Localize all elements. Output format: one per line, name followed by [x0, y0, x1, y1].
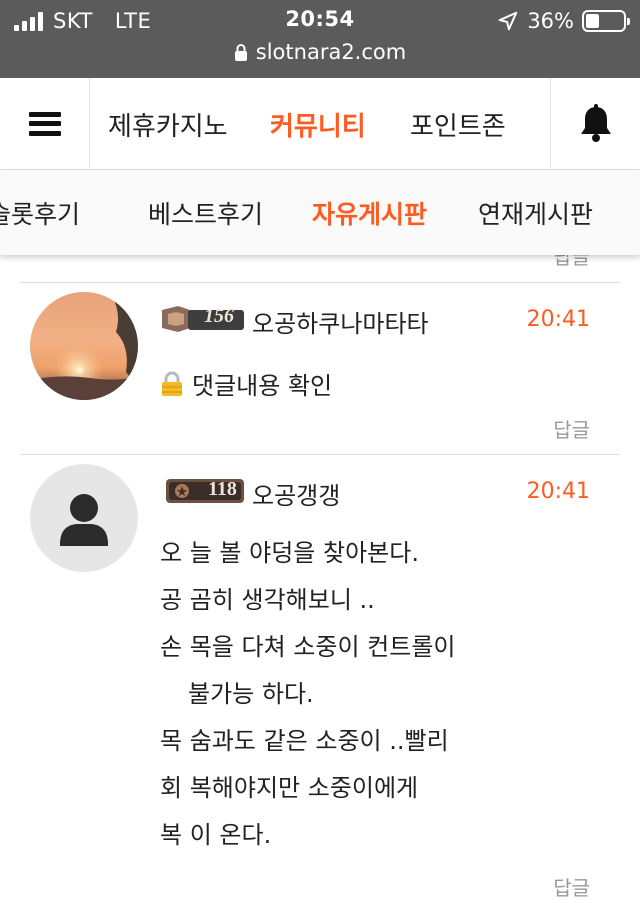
sunset-avatar-image — [30, 292, 138, 400]
avatar[interactable] — [30, 464, 138, 572]
comment-line: 공 곰히 생각해보니 .. — [160, 586, 375, 614]
tab-community[interactable]: 커뮤니티 — [270, 106, 366, 143]
menu-icon — [28, 111, 61, 136]
battery-icon — [582, 10, 630, 32]
status-right: 36% — [497, 8, 630, 34]
comment-line: 목 숨과도 같은 소중이 ..빨리 — [160, 727, 449, 755]
comment-line: 불가능 하다. — [188, 680, 314, 708]
locked-comment-text: 댓글내용 확인 — [192, 372, 333, 400]
comment-line: 오 늘 볼 야덩을 찾아본다. — [160, 539, 419, 567]
menu-button[interactable] — [0, 78, 90, 169]
bell-icon — [580, 103, 611, 142]
comment-line: 복 이 온다. — [160, 821, 272, 849]
reply-link[interactable]: 답글 — [553, 872, 590, 901]
comment-line: 회 복해야지만 소중이에게 — [160, 774, 419, 802]
partial-reply-wrap: 답글 — [532, 255, 592, 267]
comment-line: 손 목을 다쳐 소중이 컨트롤이 — [160, 633, 456, 661]
comment-body: 오 늘 볼 야덩을 찾아본다. 공 곰히 생각해보니 .. 손 목을 다쳐 소중… — [160, 530, 455, 859]
battery-percent: 36% — [527, 9, 574, 33]
nickname[interactable]: 오공하쿠나마타타 — [252, 304, 429, 339]
divider — [20, 282, 620, 283]
avatar[interactable] — [30, 292, 138, 400]
subtab-slot-review[interactable]: 슬롯후기 — [0, 195, 80, 231]
default-user-icon — [60, 494, 108, 546]
locked-comment[interactable]: 댓글내용 확인 — [160, 366, 332, 401]
subtab-free-board[interactable]: 자유게시판 — [312, 195, 427, 231]
comment-time: 20:41 — [526, 479, 590, 504]
tab-partner-casino[interactable]: 제휴카지노 — [108, 106, 228, 143]
sub-nav: 슬롯후기 베스트후기 자유게시판 연재게시판 — [0, 171, 640, 255]
divider — [20, 454, 620, 455]
reply-link[interactable]: 답글 — [553, 255, 590, 267]
notification-button[interactable] — [550, 78, 640, 169]
subtab-series-board[interactable]: 연재게시판 — [478, 195, 593, 231]
reply-link[interactable]: 답글 — [553, 414, 590, 443]
comment-time: 20:41 — [526, 307, 590, 332]
location-arrow-icon — [499, 11, 518, 31]
top-nav: 제휴카지노 커뮤니티 포인트존 — [0, 78, 640, 170]
level-number: 118 — [208, 478, 237, 500]
lock-icon — [234, 44, 247, 61]
url-bar[interactable]: slotnara2.com — [0, 40, 640, 64]
level-number: 156 — [204, 305, 234, 327]
tab-point-zone[interactable]: 포인트존 — [410, 106, 506, 143]
nickname[interactable]: 오공갱갱 — [252, 476, 340, 511]
padlock-icon — [162, 371, 182, 396]
subtab-best-review[interactable]: 베스트후기 — [148, 195, 263, 231]
status-bar: SKT LTE 20:54 36% slotnara2.com — [0, 0, 640, 78]
url-text: slotnara2.com — [255, 40, 407, 64]
